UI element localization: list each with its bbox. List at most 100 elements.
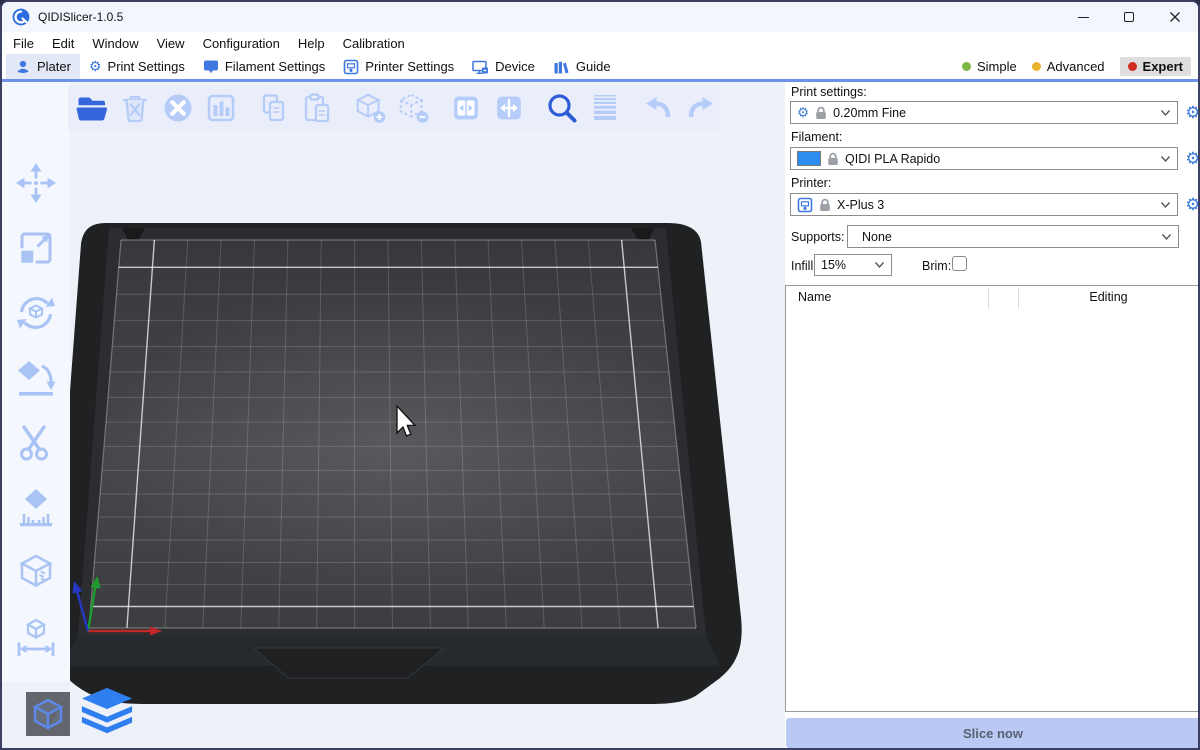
maximize-icon	[1124, 12, 1134, 22]
menu-calibration[interactable]: Calibration	[334, 34, 414, 53]
open-folder-icon[interactable]	[74, 90, 110, 126]
guide-icon	[553, 59, 570, 75]
delete-icon[interactable]	[117, 90, 153, 126]
tab-guide[interactable]: Guide	[544, 54, 620, 79]
brim-checkbox[interactable]	[952, 256, 967, 271]
add-instance-icon[interactable]	[352, 90, 388, 126]
tab-plater[interactable]: Plater	[6, 54, 80, 79]
filament-combo[interactable]: QIDI PLA Rapido	[790, 147, 1178, 170]
print-settings-gear-button[interactable]: ⚙	[1184, 103, 1200, 123]
rotate-tool-icon[interactable]	[13, 290, 59, 336]
printer-combo[interactable]: X-Plus 3	[790, 193, 1178, 216]
simple-dot-icon	[962, 62, 971, 71]
top-toolbar	[68, 86, 720, 130]
chevron-down-icon	[874, 261, 885, 269]
delete-all-icon[interactable]	[160, 90, 196, 126]
move-tool-icon[interactable]	[13, 160, 59, 206]
build-plate	[2, 82, 785, 750]
3d-editor-view-button[interactable]	[26, 692, 70, 736]
mode-simple[interactable]: Simple	[962, 59, 1017, 74]
menu-view[interactable]: View	[148, 34, 194, 53]
object-list[interactable]: Name Editing	[785, 285, 1200, 712]
menu-help[interactable]: Help	[289, 34, 334, 53]
chevron-down-icon	[1160, 155, 1171, 163]
minimize-button[interactable]	[1060, 2, 1106, 32]
view-mode-toolbar	[26, 686, 136, 736]
place-on-face-tool-icon[interactable]	[13, 355, 59, 401]
close-button[interactable]	[1152, 2, 1198, 32]
filament-label: Filament:	[791, 130, 842, 144]
maximize-button[interactable]	[1106, 2, 1152, 32]
mode-label: Expert	[1143, 59, 1183, 74]
gear-icon: ⚙	[89, 58, 102, 75]
tab-print-settings[interactable]: ⚙ Print Settings	[80, 54, 194, 79]
minimize-icon	[1078, 17, 1089, 18]
redo-icon[interactable]	[683, 90, 719, 126]
seam-tool-icon[interactable]	[13, 550, 59, 596]
measure-tool-icon[interactable]	[13, 615, 59, 661]
device-icon	[472, 59, 489, 75]
undo-icon[interactable]	[640, 90, 676, 126]
advanced-dot-icon	[1032, 62, 1041, 71]
infill-label: Infill:	[791, 259, 817, 273]
settings-sidebar: Print settings: ⚙ 0.20mm Fine ⚙ Filament…	[785, 82, 1200, 750]
copy-icon[interactable]	[256, 90, 292, 126]
mode-expert[interactable]: Expert	[1120, 57, 1191, 76]
infill-combo[interactable]: 15%	[814, 254, 892, 276]
supports-label: Supports:	[791, 230, 845, 244]
split-parts-icon[interactable]	[491, 90, 527, 126]
menu-file[interactable]: File	[4, 34, 43, 53]
expert-dot-icon	[1128, 62, 1137, 71]
3d-viewport[interactable]	[2, 82, 785, 750]
remove-instance-icon[interactable]	[395, 90, 431, 126]
supports-combo[interactable]: None	[847, 225, 1179, 248]
close-icon	[1169, 11, 1181, 23]
plater-icon	[15, 59, 31, 75]
menu-window[interactable]: Window	[83, 34, 147, 53]
filament-value: QIDI PLA Rapido	[845, 152, 940, 166]
printer-gear-button[interactable]: ⚙	[1184, 195, 1200, 215]
printer-icon	[343, 59, 359, 75]
paint-supports-tool-icon[interactable]	[13, 485, 59, 531]
split-objects-icon[interactable]	[448, 90, 484, 126]
filament-gear-button[interactable]: ⚙	[1184, 149, 1200, 169]
menu-configuration[interactable]: Configuration	[194, 34, 289, 53]
supports-value: None	[862, 230, 892, 244]
tab-device[interactable]: Device	[463, 54, 544, 79]
scale-tool-icon[interactable]	[13, 225, 59, 271]
column-header-name: Name	[798, 290, 831, 304]
app-window: QIDISlicer-1.0.5 File Edit Window View C…	[0, 0, 1200, 750]
cut-tool-icon[interactable]	[13, 420, 59, 466]
left-toolbar	[13, 160, 61, 661]
preview-layers-icon	[79, 686, 135, 736]
tab-printer-settings[interactable]: Printer Settings	[334, 54, 463, 79]
arrange-icon[interactable]	[203, 90, 239, 126]
chevron-down-icon	[1160, 109, 1171, 117]
lock-icon	[827, 152, 839, 166]
preview-view-button[interactable]	[78, 686, 136, 736]
window-title: QIDISlicer-1.0.5	[38, 10, 123, 24]
filament-icon	[203, 59, 219, 74]
3d-view-cube-icon	[30, 696, 66, 732]
search-icon[interactable]	[544, 90, 580, 126]
infill-value: 15%	[821, 258, 846, 272]
chevron-down-icon	[1161, 233, 1172, 241]
tab-label: Device	[495, 59, 535, 74]
menu-edit[interactable]: Edit	[43, 34, 83, 53]
mode-label: Simple	[977, 59, 1017, 74]
lock-icon	[815, 106, 827, 120]
tab-label: Guide	[576, 59, 611, 74]
gear-icon: ⚙	[797, 105, 809, 121]
print-settings-value: 0.20mm Fine	[833, 106, 906, 120]
printer-icon	[797, 197, 813, 213]
brim-label: Brim:	[922, 259, 951, 273]
slice-now-button[interactable]: Slice now	[786, 718, 1200, 748]
tab-label: Plater	[37, 59, 71, 74]
variable-layer-height-icon[interactable]	[587, 90, 623, 126]
mode-advanced[interactable]: Advanced	[1032, 59, 1105, 74]
chevron-down-icon	[1160, 201, 1171, 209]
tab-filament-settings[interactable]: Filament Settings	[194, 54, 334, 79]
paste-icon[interactable]	[299, 90, 335, 126]
print-settings-combo[interactable]: ⚙ 0.20mm Fine	[790, 101, 1178, 124]
print-settings-label: Print settings:	[791, 85, 867, 99]
